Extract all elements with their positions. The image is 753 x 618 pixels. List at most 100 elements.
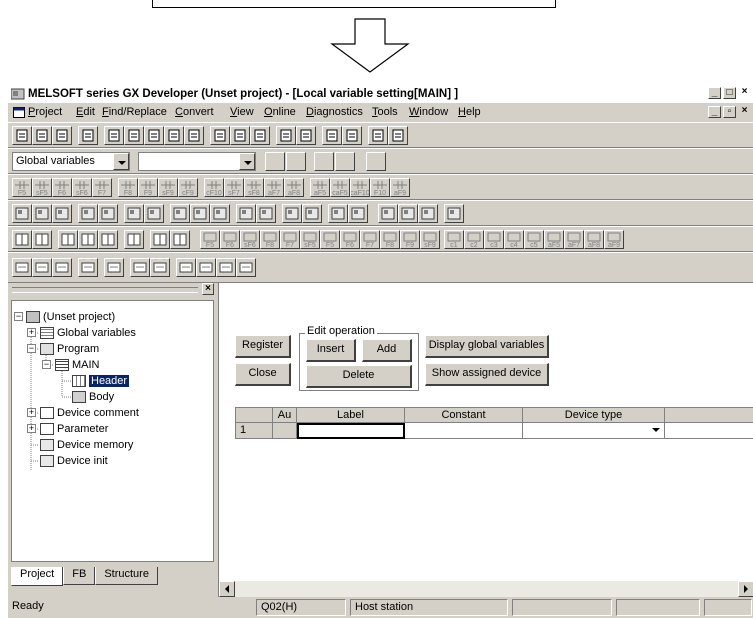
device-test-icon[interactable] xyxy=(388,126,408,145)
program-tool-9-icon[interactable] xyxy=(190,204,210,223)
program-tool-20-icon[interactable] xyxy=(444,204,464,223)
list-mode-icon[interactable] xyxy=(335,152,355,171)
sfc-mode-icon[interactable] xyxy=(366,152,386,171)
sfc-tool-1-icon[interactable] xyxy=(12,230,32,249)
program-tool-11-icon[interactable] xyxy=(236,204,256,223)
comment-tool-11-icon[interactable] xyxy=(236,258,256,277)
menu-tools[interactable]: Tools xyxy=(372,106,398,118)
program-tool-3-icon[interactable] xyxy=(52,204,72,223)
find-instruction-icon[interactable] xyxy=(230,126,250,145)
program-tool-8-icon[interactable] xyxy=(170,204,190,223)
maximize-icon[interactable]: □ xyxy=(723,87,736,99)
program-tool-2-icon[interactable] xyxy=(32,204,52,223)
undo-icon[interactable] xyxy=(164,126,184,145)
sfc-tool-3-icon[interactable] xyxy=(58,230,78,249)
menu-help[interactable]: Help xyxy=(458,106,481,118)
program-tool-19-icon[interactable] xyxy=(418,204,438,223)
read-icon[interactable] xyxy=(322,126,342,145)
tree-item-device-comment[interactable]: Device comment xyxy=(40,406,139,420)
close-icon[interactable]: × xyxy=(738,87,751,99)
show-assigned-device-button[interactable]: Show assigned device xyxy=(425,363,549,386)
variables-combo[interactable]: Global variables xyxy=(12,152,130,171)
tree-item-program[interactable]: Program xyxy=(40,342,99,356)
add-button[interactable]: Add xyxy=(362,339,412,362)
chevron-down-icon[interactable] xyxy=(652,428,660,433)
menu-diagnostics[interactable]: Diagnostics xyxy=(306,106,363,118)
new-project-icon[interactable] xyxy=(12,126,32,145)
tree-item-main[interactable]: MAIN xyxy=(55,358,100,372)
horizontal-scrollbar[interactable] xyxy=(219,581,753,597)
print-icon[interactable] xyxy=(78,126,98,145)
find-device-icon[interactable] xyxy=(210,126,230,145)
program-tool-7-icon[interactable] xyxy=(144,204,164,223)
edit-header-icon[interactable] xyxy=(265,152,285,171)
program-tool-4-icon[interactable] xyxy=(78,204,98,223)
comment-tool-8-icon[interactable] xyxy=(176,258,196,277)
close-button[interactable]: Close xyxy=(235,363,291,386)
menu-edit[interactable]: Edit xyxy=(76,106,95,118)
tree-item-body[interactable]: Body xyxy=(72,390,114,404)
tab-project[interactable]: Project xyxy=(11,567,64,586)
redo-icon[interactable] xyxy=(184,126,204,145)
find-character-icon[interactable] xyxy=(250,126,270,145)
expand-icon[interactable]: + xyxy=(27,424,36,433)
program-tool-14-icon[interactable] xyxy=(302,204,322,223)
comment-tool-9-icon[interactable] xyxy=(196,258,216,277)
scroll-right-icon[interactable] xyxy=(738,581,753,597)
menu-window[interactable]: Window xyxy=(409,106,448,118)
register-button[interactable]: Register xyxy=(235,335,291,358)
item-combo[interactable] xyxy=(138,152,256,171)
pane-grip[interactable] xyxy=(12,287,198,293)
menu-convert[interactable]: Convert xyxy=(175,106,214,118)
cell-device-type-select[interactable] xyxy=(523,423,665,439)
collapse-icon[interactable]: − xyxy=(27,344,36,353)
save-icon[interactable] xyxy=(52,126,72,145)
program-tool-17-icon[interactable] xyxy=(378,204,398,223)
doc-restore-icon[interactable]: ▫ xyxy=(723,106,736,118)
tree-item-device-memory[interactable]: Device memory xyxy=(40,438,133,452)
comment-icon[interactable] xyxy=(368,126,388,145)
cell-label-input[interactable] xyxy=(297,423,405,439)
comment-tool-6-icon[interactable] xyxy=(130,258,150,277)
comment-tool-4-icon[interactable] xyxy=(78,258,98,277)
sfc-tool-2-icon[interactable] xyxy=(32,230,52,249)
comment-tool-2-icon[interactable] xyxy=(32,258,52,277)
program-tool-15-icon[interactable] xyxy=(328,204,348,223)
expand-icon[interactable]: + xyxy=(27,408,36,417)
comment-tool-1-icon[interactable] xyxy=(12,258,32,277)
expand-icon[interactable]: + xyxy=(27,328,36,337)
program-tool-12-icon[interactable] xyxy=(256,204,276,223)
sfc-tool-4-icon[interactable] xyxy=(78,230,98,249)
tree-toggle-icon[interactable] xyxy=(286,152,306,171)
display-global-variables-button[interactable]: Display global variables xyxy=(425,335,549,358)
cell-extra[interactable] xyxy=(665,423,753,439)
monitor-icon[interactable] xyxy=(276,126,296,145)
comment-tool-5-icon[interactable] xyxy=(104,258,124,277)
comment-tool-3-icon[interactable] xyxy=(52,258,72,277)
menu-view[interactable]: View xyxy=(230,106,254,118)
tree-item-parameter[interactable]: Parameter xyxy=(40,422,108,436)
menu-online[interactable]: Online xyxy=(264,106,296,118)
delete-button[interactable]: Delete xyxy=(306,365,412,388)
cell-au[interactable] xyxy=(273,423,297,439)
comment-tool-10-icon[interactable] xyxy=(216,258,236,277)
comment-tool-7-icon[interactable] xyxy=(150,258,170,277)
tree-item-device-init[interactable]: Device init xyxy=(40,454,108,468)
tree-item-header[interactable]: Header xyxy=(72,374,130,388)
insert-button[interactable]: Insert xyxy=(306,339,356,362)
tree-root[interactable]: (Unset project) xyxy=(26,310,115,324)
sfc-tool-5-icon[interactable] xyxy=(98,230,118,249)
tree-item-global-variables[interactable]: Global variables xyxy=(40,326,136,340)
write-icon[interactable] xyxy=(296,126,316,145)
sfc-tool-8-icon[interactable] xyxy=(170,230,190,249)
sfc-tool-6-icon[interactable] xyxy=(124,230,144,249)
scroll-left-icon[interactable] xyxy=(219,581,235,597)
program-tool-5-icon[interactable] xyxy=(98,204,118,223)
chevron-down-icon[interactable] xyxy=(239,153,255,170)
copy-icon[interactable] xyxy=(124,126,144,145)
menu-find-replace[interactable]: Find/Replace xyxy=(102,106,167,118)
zoom-icon[interactable] xyxy=(342,126,362,145)
collapse-icon[interactable]: − xyxy=(42,360,51,369)
program-tool-10-icon[interactable] xyxy=(210,204,230,223)
cut-icon[interactable] xyxy=(104,126,124,145)
